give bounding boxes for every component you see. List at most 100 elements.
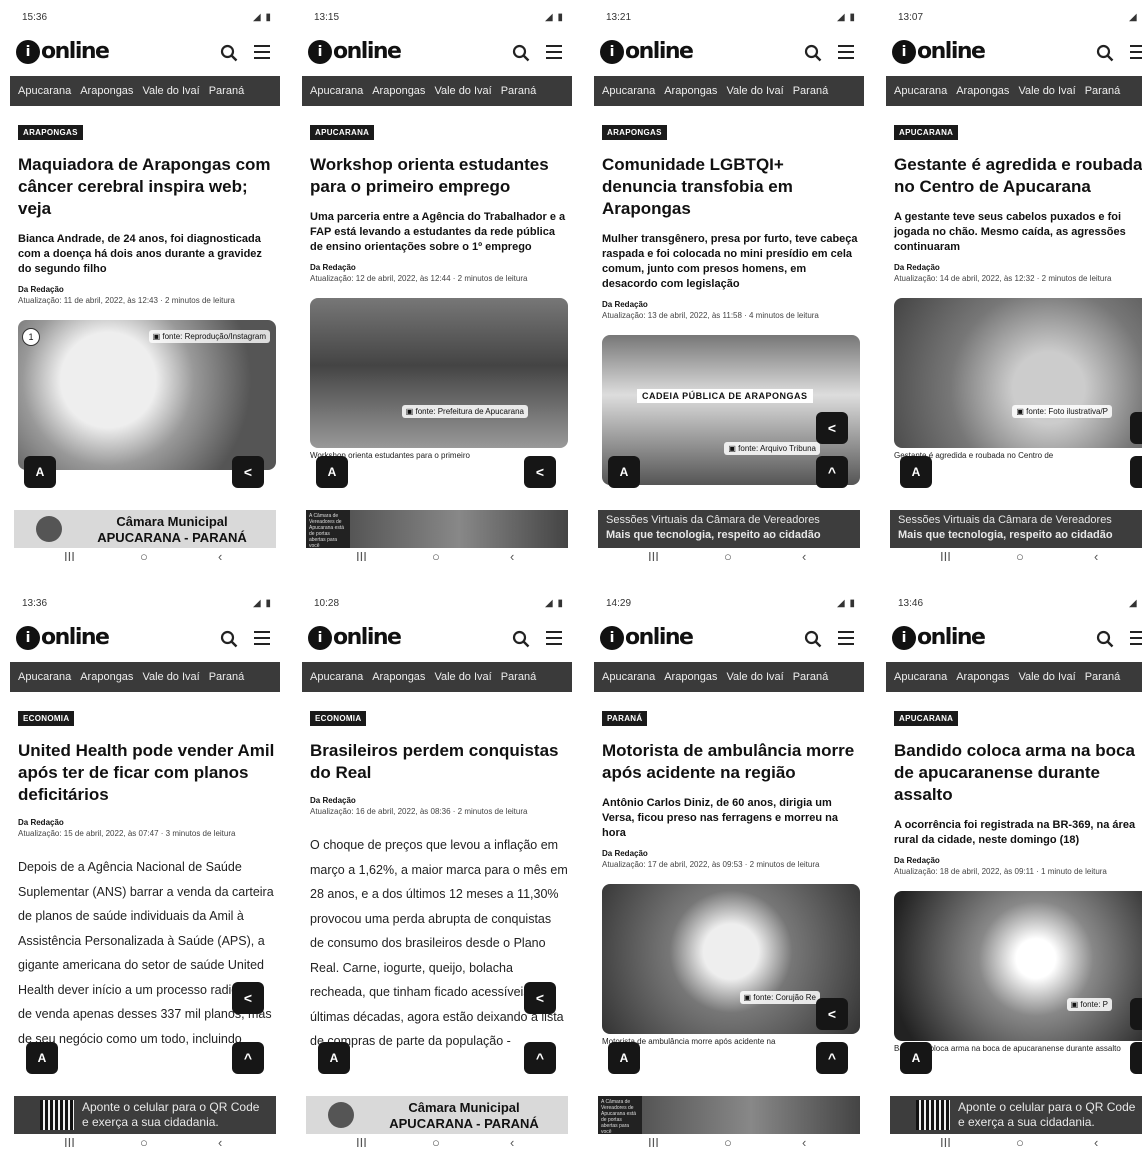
nav-item[interactable]: Vale do Ivaí bbox=[434, 671, 491, 683]
recents-icon[interactable]: III bbox=[64, 1135, 75, 1150]
site-logo[interactable]: ionline bbox=[308, 625, 400, 650]
share-button[interactable]: < bbox=[524, 982, 556, 1014]
nav-item[interactable]: Vale do Ivaí bbox=[726, 85, 783, 97]
nav-item[interactable]: Vale do Ivaí bbox=[1018, 85, 1075, 97]
article-image[interactable]: ▣ fonte: P bbox=[894, 891, 1142, 1041]
font-size-button[interactable]: A bbox=[900, 1042, 932, 1074]
site-logo[interactable]: ionline bbox=[16, 625, 108, 650]
font-size-button[interactable]: A bbox=[24, 456, 56, 488]
hamburger-menu-icon[interactable] bbox=[546, 45, 562, 59]
nav-item[interactable]: Apucarana bbox=[894, 85, 947, 97]
nav-item[interactable]: Paraná bbox=[501, 85, 536, 97]
home-icon[interactable]: ○ bbox=[432, 549, 440, 564]
nav-item[interactable]: Vale do Ivaí bbox=[726, 671, 783, 683]
ad-banner[interactable]: Aponte o celular para o QR Code e exerça… bbox=[14, 1096, 276, 1134]
back-icon[interactable]: ‹ bbox=[218, 1135, 222, 1150]
recents-icon[interactable]: III bbox=[648, 1135, 659, 1150]
search-icon[interactable] bbox=[804, 44, 822, 62]
nav-item[interactable]: Arapongas bbox=[80, 85, 133, 97]
category-badge[interactable]: APUCARANA bbox=[894, 711, 958, 726]
share-button[interactable]: < bbox=[524, 456, 556, 488]
site-logo[interactable]: ionline bbox=[892, 39, 984, 64]
font-size-button[interactable]: A bbox=[316, 456, 348, 488]
hamburger-menu-icon[interactable] bbox=[1130, 45, 1142, 59]
search-icon[interactable] bbox=[1096, 44, 1114, 62]
share-button[interactable]: < bbox=[816, 998, 848, 1030]
recents-icon[interactable]: III bbox=[940, 549, 951, 564]
scroll-top-button[interactable]: ^ bbox=[816, 456, 848, 488]
search-icon[interactable] bbox=[220, 630, 238, 648]
article-image[interactable]: 1 ▣ fonte: Reprodução/Instagram bbox=[18, 320, 276, 470]
home-icon[interactable]: ○ bbox=[140, 1135, 148, 1150]
home-icon[interactable]: ○ bbox=[140, 549, 148, 564]
nav-item[interactable]: Paraná bbox=[1085, 671, 1120, 683]
ad-video-banner[interactable]: A Câmara de Vereadores de Apucarana está… bbox=[598, 1096, 860, 1134]
back-icon[interactable]: ‹ bbox=[218, 549, 222, 564]
hamburger-menu-icon[interactable] bbox=[546, 631, 562, 645]
nav-item[interactable]: Vale do Ivaí bbox=[142, 671, 199, 683]
search-icon[interactable] bbox=[1096, 630, 1114, 648]
recents-icon[interactable]: III bbox=[356, 1135, 367, 1150]
ad-banner[interactable]: Sessões Virtuais da Câmara de Vereadores… bbox=[890, 510, 1142, 548]
category-badge[interactable]: ECONOMIA bbox=[18, 711, 74, 726]
share-button[interactable]: < bbox=[232, 982, 264, 1014]
back-icon[interactable]: ‹ bbox=[1094, 549, 1098, 564]
nav-item[interactable]: Apucarana bbox=[894, 671, 947, 683]
hamburger-menu-icon[interactable] bbox=[838, 45, 854, 59]
nav-item[interactable]: Vale do Ivaí bbox=[142, 85, 199, 97]
site-logo[interactable]: ionline bbox=[308, 39, 400, 64]
font-size-button[interactable]: A bbox=[26, 1042, 58, 1074]
site-logo[interactable]: ionline bbox=[600, 625, 692, 650]
nav-item[interactable]: Arapongas bbox=[956, 671, 1009, 683]
nav-item[interactable]: Vale do Ivaí bbox=[1018, 671, 1075, 683]
search-icon[interactable] bbox=[220, 44, 238, 62]
home-icon[interactable]: ○ bbox=[1016, 549, 1024, 564]
nav-item[interactable]: Arapongas bbox=[956, 85, 1009, 97]
share-button[interactable]: < bbox=[1130, 998, 1142, 1030]
back-icon[interactable]: ‹ bbox=[802, 549, 806, 564]
nav-item[interactable]: Paraná bbox=[1085, 85, 1120, 97]
hamburger-menu-icon[interactable] bbox=[254, 45, 270, 59]
scroll-top-button[interactable]: ^ bbox=[1130, 1042, 1142, 1074]
hamburger-menu-icon[interactable] bbox=[254, 631, 270, 645]
scroll-top-button[interactable]: ^ bbox=[524, 1042, 556, 1074]
nav-item[interactable]: Arapongas bbox=[372, 671, 425, 683]
share-button[interactable]: < bbox=[816, 412, 848, 444]
nav-item[interactable]: Paraná bbox=[209, 85, 244, 97]
back-icon[interactable]: ‹ bbox=[510, 1135, 514, 1150]
home-icon[interactable]: ○ bbox=[1016, 1135, 1024, 1150]
nav-item[interactable]: Apucarana bbox=[18, 85, 71, 97]
recents-icon[interactable]: III bbox=[940, 1135, 951, 1150]
site-logo[interactable]: ionline bbox=[600, 39, 692, 64]
category-badge[interactable]: ECONOMIA bbox=[310, 711, 366, 726]
nav-item[interactable]: Arapongas bbox=[372, 85, 425, 97]
share-button[interactable]: < bbox=[232, 456, 264, 488]
nav-item[interactable]: Arapongas bbox=[80, 671, 133, 683]
recents-icon[interactable]: III bbox=[648, 549, 659, 564]
back-icon[interactable]: ‹ bbox=[1094, 1135, 1098, 1150]
category-badge[interactable]: PARANÁ bbox=[602, 711, 647, 726]
site-logo[interactable]: ionline bbox=[16, 39, 108, 64]
scroll-top-button[interactable]: ^ bbox=[1130, 456, 1142, 488]
font-size-button[interactable]: A bbox=[318, 1042, 350, 1074]
hamburger-menu-icon[interactable] bbox=[838, 631, 854, 645]
ad-video-player[interactable] bbox=[642, 1096, 860, 1134]
ad-video-player[interactable] bbox=[350, 510, 568, 548]
nav-item[interactable]: Paraná bbox=[501, 671, 536, 683]
ad-banner[interactable]: Câmara Municipal APUCARANA - PARANÁ bbox=[14, 510, 276, 548]
category-badge[interactable]: ARAPONGAS bbox=[18, 125, 83, 140]
font-size-button[interactable]: A bbox=[608, 1042, 640, 1074]
nav-item[interactable]: Apucarana bbox=[18, 671, 71, 683]
category-badge[interactable]: ARAPONGAS bbox=[602, 125, 667, 140]
article-image[interactable]: ▣ fonte: Foto ilustrativa/P bbox=[894, 298, 1142, 448]
nav-item[interactable]: Apucarana bbox=[310, 85, 363, 97]
back-icon[interactable]: ‹ bbox=[802, 1135, 806, 1150]
nav-item[interactable]: Vale do Ivaí bbox=[434, 85, 491, 97]
hamburger-menu-icon[interactable] bbox=[1130, 631, 1142, 645]
search-icon[interactable] bbox=[804, 630, 822, 648]
nav-item[interactable]: Apucarana bbox=[602, 85, 655, 97]
home-icon[interactable]: ○ bbox=[432, 1135, 440, 1150]
back-icon[interactable]: ‹ bbox=[510, 549, 514, 564]
ad-banner[interactable]: Sessões Virtuais da Câmara de Vereadores… bbox=[598, 510, 860, 548]
nav-item[interactable]: Paraná bbox=[209, 671, 244, 683]
